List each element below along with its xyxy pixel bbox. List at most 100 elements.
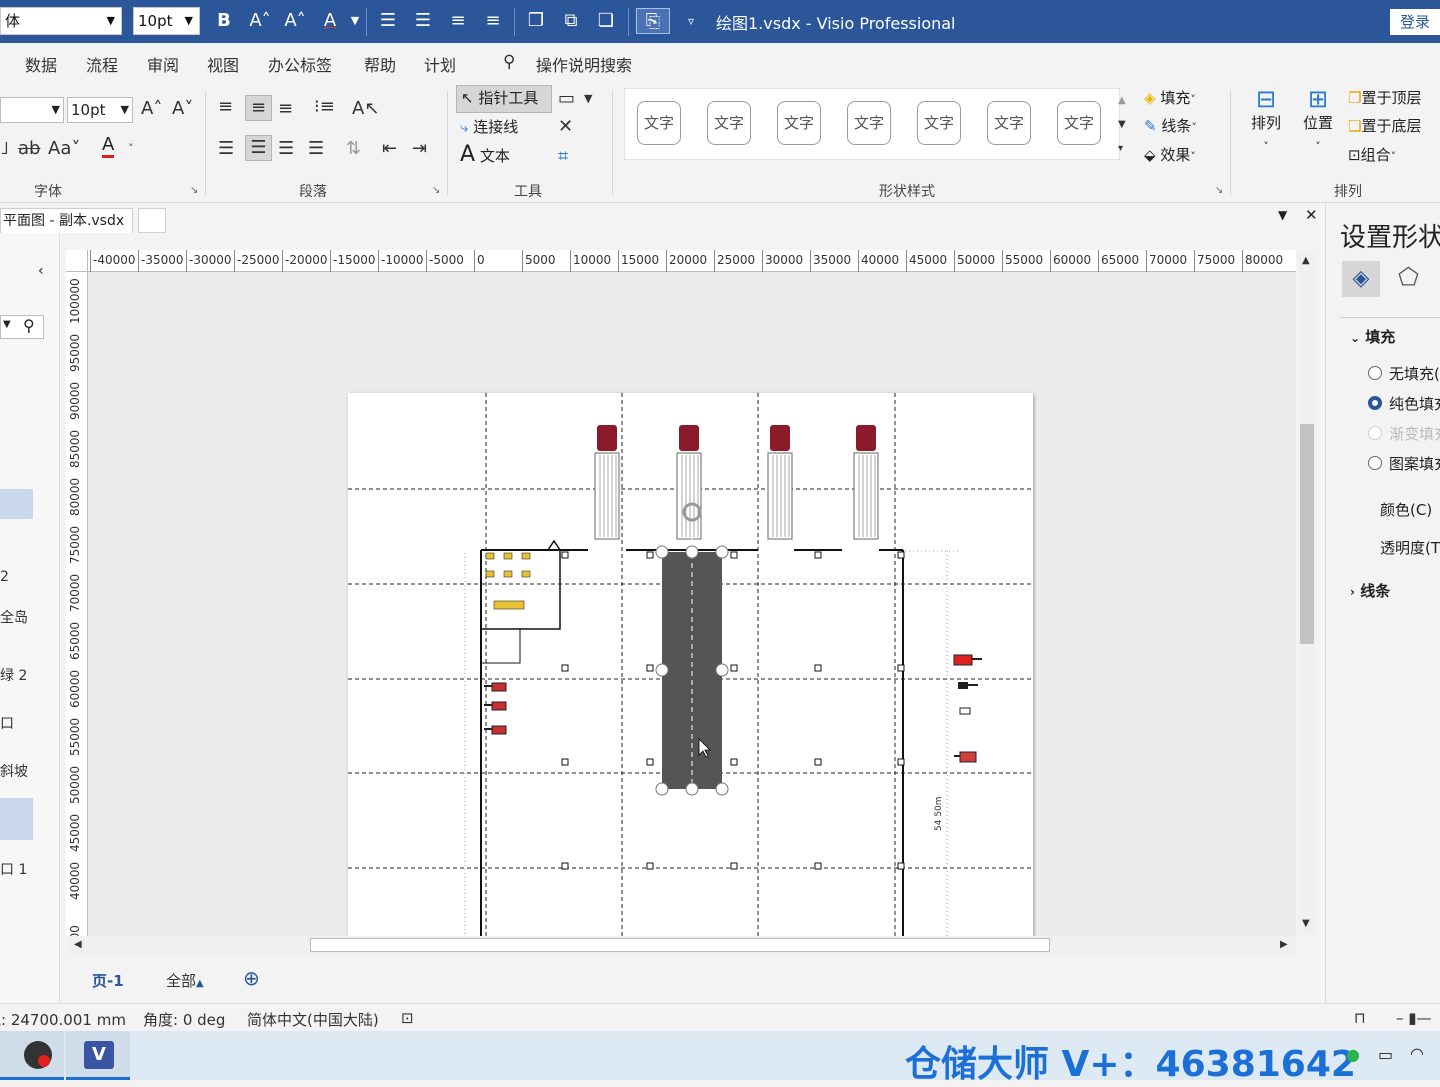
scroll-right-icon[interactable]: ▶ <box>1280 939 1288 950</box>
tab-process[interactable]: 流程 <box>86 52 118 76</box>
stencil-item[interactable]: 口 <box>0 713 14 733</box>
align-bottom-icon[interactable]: ≡ <box>278 97 293 121</box>
document-tab[interactable]: 平面图 - 副本.vsdx <box>0 208 133 233</box>
fill-button[interactable]: ◈ 填充˅ <box>1144 86 1196 112</box>
line-section-header[interactable]: › 线条 <box>1350 580 1390 601</box>
font-size-combo-ribbon[interactable]: 10pt ▼ <box>67 97 133 123</box>
position-button[interactable]: ⊞ 位置 ˅ <box>1298 87 1338 159</box>
group-icon[interactable]: ⧉ <box>559 8 583 34</box>
presentation-mode-icon[interactable]: ⊓ <box>1354 1009 1366 1027</box>
battery-icon[interactable]: ▭ <box>1378 1045 1393 1064</box>
align-middle-icon[interactable]: ≡ <box>245 95 272 121</box>
line-button[interactable]: ✎ 线条˅ <box>1144 114 1197 140</box>
line-spacing-icon[interactable]: ⇅ <box>346 137 361 161</box>
tab-help[interactable]: 帮助 <box>364 52 396 76</box>
pattern-fill-radio[interactable] <box>1368 456 1382 470</box>
chevron-down-icon[interactable]: ▼ <box>3 319 11 330</box>
page-tab-1[interactable]: 页-1 <box>92 970 124 991</box>
style-sample[interactable]: 文字 <box>917 101 961 145</box>
connector-point-icon[interactable]: ⎘ <box>636 8 670 34</box>
macro-record-icon[interactable]: ⊡ <box>401 1009 414 1027</box>
rectangle-tool-icon[interactable]: ▭ <box>558 87 575 111</box>
fill-section-header[interactable]: ⌄ 填充 <box>1350 326 1395 347</box>
customize-toolbar-icon[interactable]: ▿ <box>679 8 703 34</box>
chevron-down-icon[interactable]: ▼ <box>1278 208 1287 222</box>
drawing-canvas[interactable]: 54 50m <box>88 272 1296 936</box>
dialog-launcher-icon[interactable]: ↘ <box>432 185 440 196</box>
strikethrough-icon[interactable]: ab <box>18 137 40 161</box>
taskbar-app-recorder[interactable] <box>0 1031 64 1080</box>
chevron-down-icon[interactable]: ▼ <box>584 87 592 111</box>
chevron-down-icon[interactable]: ▼ <box>107 8 115 34</box>
gallery-more-icon[interactable]: ▾ <box>1118 137 1123 161</box>
shape-width-status[interactable]: 宽: 24700.001 mm <box>0 1009 126 1030</box>
arrange-button[interactable]: ⊟ 排列 ˅ <box>1246 87 1286 159</box>
align-right-icon[interactable]: ☰ <box>278 137 294 161</box>
wifi-icon[interactable]: ◠ <box>1410 1044 1424 1063</box>
tab-plan[interactable]: 计划 <box>424 52 456 76</box>
font-color-icon[interactable]: A <box>318 8 342 34</box>
scroll-up-icon[interactable]: ▲ <box>1302 255 1310 266</box>
horizontal-scroll-thumb[interactable] <box>310 938 1050 952</box>
chevron-down-icon[interactable]: ▼ <box>121 98 129 122</box>
grow-font-icon[interactable]: A˄ <box>141 97 162 121</box>
tell-me-search[interactable]: 操作说明搜索 <box>536 52 632 76</box>
gallery-down-icon[interactable]: ▼ <box>1118 113 1126 137</box>
new-tab-button[interactable] <box>138 208 166 233</box>
crop-icon[interactable]: ⌗ <box>558 145 568 169</box>
align-left-icon[interactable]: ☰ <box>376 8 400 34</box>
dialog-launcher-icon[interactable]: ↘ <box>1215 185 1223 196</box>
font-color-icon[interactable]: A <box>102 135 115 158</box>
style-sample[interactable]: 文字 <box>847 101 891 145</box>
style-sample[interactable]: 文字 <box>987 101 1031 145</box>
horizontal-scrollbar[interactable]: ◀ ▶ <box>70 936 1296 954</box>
tab-office-tabs[interactable]: 办公标签 <box>268 52 332 76</box>
effects-button[interactable]: ⬙ 效果˅ <box>1144 143 1196 169</box>
send-to-back-button[interactable]: ❏置于底层 <box>1348 114 1421 138</box>
vertical-scrollbar[interactable]: ▲ ▼ <box>1298 252 1316 934</box>
drawing-page[interactable]: 54 50m <box>348 393 1033 936</box>
vertical-scroll-thumb[interactable] <box>1300 424 1314 644</box>
shape-angle-status[interactable]: 角度: 0 deg <box>143 1009 225 1030</box>
decrease-indent-icon[interactable]: ⇤ <box>382 137 397 161</box>
text-direction-icon[interactable]: A↖ <box>352 97 379 121</box>
close-x-icon[interactable]: ✕ <box>558 115 573 139</box>
collapse-panel-icon[interactable]: ‹ <box>38 263 44 279</box>
scroll-left-icon[interactable]: ◀ <box>74 939 82 950</box>
dialog-launcher-icon[interactable]: ↘ <box>190 185 198 196</box>
align-center-icon[interactable]: ☰ <box>411 8 435 34</box>
bold-icon[interactable]: B <box>212 8 236 34</box>
style-sample[interactable]: 文字 <box>1057 101 1101 145</box>
stencil-highlight[interactable] <box>0 489 33 519</box>
align-left-icon[interactable]: ☰ <box>218 137 234 161</box>
send-backward-icon[interactable]: ❏ <box>594 8 618 34</box>
stencil-item[interactable]: 口 1 <box>0 859 27 879</box>
stencil-item[interactable]: 绿 2 <box>0 665 27 685</box>
gallery-up-icon[interactable]: ▲ <box>1118 89 1126 113</box>
text-tool-button[interactable]: A 文本 <box>460 143 510 168</box>
bring-forward-icon[interactable]: ❐ <box>524 8 548 34</box>
close-icon[interactable]: ✕ <box>1305 206 1318 224</box>
search-icon[interactable]: ⚲ <box>503 52 515 72</box>
justify-icon[interactable]: ☰ <box>308 137 324 161</box>
tab-view[interactable]: 视图 <box>207 52 239 76</box>
chevron-down-icon[interactable]: ▼ <box>185 8 193 34</box>
change-case-icon[interactable]: Aa˅ <box>48 137 80 161</box>
add-page-icon[interactable]: ⊕ <box>243 966 260 990</box>
align-center-icon[interactable]: ☰ <box>245 135 272 161</box>
search-icon[interactable]: ⚲ <box>23 316 35 335</box>
style-sample[interactable]: 文字 <box>707 101 751 145</box>
increase-indent-icon[interactable]: ⇥ <box>412 137 427 161</box>
solid-fill-radio[interactable] <box>1368 396 1382 410</box>
bullets-icon[interactable]: ⁝≡ <box>314 95 335 119</box>
stencil-item[interactable]: 斜坡 <box>0 761 28 781</box>
pointer-tool-button[interactable]: ↖ 指针工具 <box>456 85 552 113</box>
floor-plan-drawing[interactable]: 54 50m <box>348 393 1033 936</box>
grow-font-icon[interactable]: A˄ <box>248 8 272 34</box>
all-pages-tab[interactable]: 全部▲ <box>166 970 204 991</box>
zoom-slider[interactable]: – ▮— <box>1396 1009 1432 1027</box>
group-button[interactable]: ⊡组合˅ <box>1348 143 1396 169</box>
align-top-icon[interactable]: ≡ <box>446 8 470 34</box>
stencil-item[interactable]: 2 <box>0 569 9 585</box>
chevron-down-icon[interactable]: ▼ <box>52 98 60 122</box>
